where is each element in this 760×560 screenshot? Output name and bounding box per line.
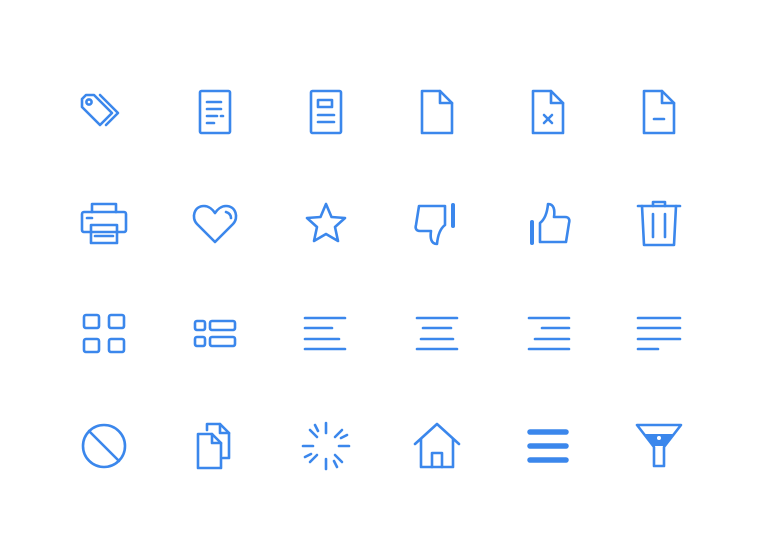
file-minus-icon — [629, 83, 689, 143]
heart-icon — [185, 194, 245, 254]
list-view-icon — [185, 305, 245, 365]
copy-files-icon — [185, 416, 245, 476]
file-remove-icon — [518, 83, 578, 143]
thumbs-down-icon — [407, 194, 467, 254]
hamburger-menu-icon — [518, 416, 578, 476]
icon-grid — [0, 0, 760, 560]
blank-file-icon — [407, 83, 467, 143]
document-layout-icon — [296, 83, 356, 143]
document-text-icon — [185, 83, 245, 143]
home-icon — [407, 416, 467, 476]
trash-icon — [629, 194, 689, 254]
tags-icon — [74, 83, 134, 143]
grid-view-icon — [74, 305, 134, 365]
ban-icon — [74, 416, 134, 476]
filter-funnel-icon — [629, 416, 689, 476]
star-icon — [296, 194, 356, 254]
align-right-icon — [518, 305, 578, 365]
printer-icon — [74, 194, 134, 254]
align-center-icon — [407, 305, 467, 365]
align-justify-icon — [629, 305, 689, 365]
loading-spinner-icon — [296, 416, 356, 476]
thumbs-up-icon — [518, 194, 578, 254]
align-left-icon — [296, 305, 356, 365]
